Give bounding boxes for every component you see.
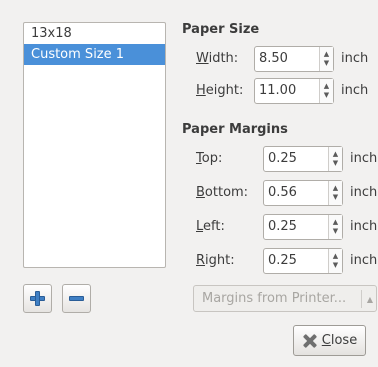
- plus-icon: [30, 291, 45, 306]
- top-margin-spinbox[interactable]: 0.25 ▲ ▼: [263, 146, 343, 172]
- height-value[interactable]: 11.00: [255, 79, 319, 103]
- spin-arrows-icon[interactable]: ▲ ▼: [319, 47, 333, 71]
- right-margin-unit: inch: [350, 253, 378, 268]
- spin-arrows-icon[interactable]: ▲ ▼: [328, 215, 342, 239]
- bottom-label: Bottom:: [196, 185, 249, 200]
- left-margin-unit: inch: [350, 219, 378, 234]
- width-spinbox[interactable]: 8.50 ▲ ▼: [254, 46, 334, 72]
- list-item-13x18[interactable]: 13x18: [24, 23, 165, 44]
- paper-size-heading: Paper Size: [182, 22, 260, 37]
- left-margin-value[interactable]: 0.25: [264, 215, 328, 239]
- right-margin-value[interactable]: 0.25: [264, 249, 328, 273]
- paper-size-list[interactable]: 13x18 Custom Size 1: [23, 22, 166, 268]
- top-label: Top:: [196, 151, 223, 166]
- bottom-margin-value[interactable]: 0.56: [264, 181, 328, 205]
- width-value[interactable]: 8.50: [255, 47, 319, 71]
- close-label: Close: [321, 333, 358, 348]
- height-unit: inch: [341, 83, 369, 98]
- margins-from-printer-label: Margins from Printer...: [202, 291, 347, 306]
- custom-paper-size-dialog: 13x18 Custom Size 1 Paper Size Width: 8.…: [0, 0, 378, 367]
- width-label: Width:: [196, 51, 239, 66]
- remove-size-button[interactable]: [62, 284, 91, 313]
- height-spinbox[interactable]: 11.00 ▲ ▼: [254, 78, 334, 104]
- paper-margins-heading: Paper Margins: [182, 122, 288, 137]
- minus-icon: [69, 296, 84, 301]
- top-margin-value[interactable]: 0.25: [264, 147, 328, 171]
- top-margin-unit: inch: [350, 151, 378, 166]
- bottom-margin-spinbox[interactable]: 0.56 ▲ ▼: [263, 180, 343, 206]
- right-margin-spinbox[interactable]: 0.25 ▲ ▼: [263, 248, 343, 274]
- spin-arrows-icon[interactable]: ▲ ▼: [319, 79, 333, 103]
- margins-from-printer-button[interactable]: Margins from Printer... ▲: [193, 285, 377, 312]
- height-label: Height:: [196, 83, 244, 98]
- spin-arrows-icon[interactable]: ▲ ▼: [328, 147, 342, 171]
- left-margin-spinbox[interactable]: 0.25 ▲ ▼: [263, 214, 343, 240]
- close-button[interactable]: Close: [293, 325, 366, 356]
- dropdown-arrows-icon: ▲: [366, 295, 373, 304]
- add-size-button[interactable]: [23, 284, 52, 313]
- bottom-margin-unit: inch: [350, 185, 378, 200]
- left-label: Left:: [196, 219, 225, 234]
- close-x-icon: [302, 333, 318, 349]
- width-unit: inch: [341, 51, 369, 66]
- spin-arrows-icon[interactable]: ▲ ▼: [328, 181, 342, 205]
- spin-arrows-icon[interactable]: ▲ ▼: [328, 249, 342, 273]
- list-item-custom-size-1[interactable]: Custom Size 1: [24, 44, 165, 65]
- right-label: Right:: [196, 253, 235, 268]
